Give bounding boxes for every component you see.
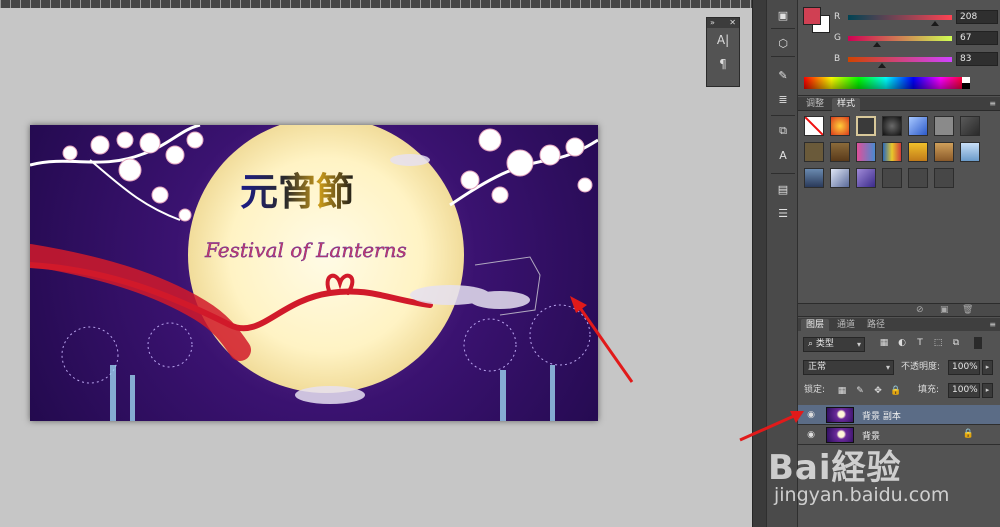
style-swatch-none[interactable] <box>804 116 824 136</box>
blue-slider-thumb[interactable] <box>878 63 886 68</box>
style-swatch[interactable] <box>960 142 980 162</box>
opacity-label: 不透明度: <box>901 362 941 372</box>
green-slider-thumb[interactable] <box>873 42 881 47</box>
tab-styles[interactable]: 样式 <box>832 98 861 111</box>
history-icon[interactable]: ▣ <box>774 6 792 24</box>
style-swatch[interactable] <box>856 168 876 188</box>
style-swatch[interactable] <box>882 142 902 162</box>
lock-position-icon[interactable]: ✥ <box>872 385 884 397</box>
layer-name: 背景 <box>862 432 881 442</box>
layer-thumbnail <box>826 427 854 443</box>
chevron-down-icon: ▾ <box>885 363 890 372</box>
style-swatch[interactable] <box>804 142 824 162</box>
color-spectrum-bar[interactable] <box>804 77 968 89</box>
style-swatch[interactable] <box>804 168 824 188</box>
floating-mini-panel[interactable]: » ✕ A| ¶ <box>706 17 740 87</box>
lock-all-icon[interactable]: 🔒 <box>890 385 902 397</box>
pixel-filter-icon[interactable]: ▦ <box>878 337 890 349</box>
annotation-arrows <box>570 296 634 383</box>
style-swatch[interactable] <box>908 168 928 188</box>
lock-label: 锁定: <box>804 385 826 395</box>
color-panel[interactable]: R 208 G 67 B 83 <box>798 0 1000 96</box>
panel-menu-icon[interactable]: ≡ <box>989 99 996 108</box>
style-swatch[interactable] <box>830 168 850 188</box>
opacity-stepper[interactable]: ▸ <box>982 360 993 375</box>
green-value-input[interactable]: 67 <box>956 31 998 45</box>
character-styles-icon[interactable]: A <box>774 146 792 164</box>
layer-row-background-copy[interactable]: ◉ 背景 副本 <box>798 405 1000 425</box>
black-white-swatch[interactable] <box>962 77 970 89</box>
collapse-button[interactable]: » <box>710 18 715 28</box>
red-slider[interactable]: R 208 <box>834 10 1000 28</box>
right-panel-dock: R 208 G 67 B 83 调整 样式 ≡ ⊘ ▣ 🗑 图层 通道 路径 ≡… <box>798 0 1000 527</box>
foreground-color-swatch[interactable] <box>803 7 821 25</box>
style-swatch[interactable] <box>830 142 850 162</box>
opacity-input[interactable]: 100% <box>948 360 980 375</box>
blue-slider[interactable]: B 83 <box>834 52 1000 70</box>
chevron-down-icon: ▾ <box>856 340 861 349</box>
layer-filter-select[interactable]: ⌕ 类型 ▾ <box>803 337 865 352</box>
styles-tabbar: 调整 样式 ≡ <box>798 97 1000 111</box>
adjustment-filter-icon[interactable]: ◐ <box>896 337 908 349</box>
blend-mode-select[interactable]: 正常 ▾ <box>803 360 894 375</box>
styles-footer: ⊘ ▣ 🗑 <box>798 303 1000 317</box>
styles-grid <box>798 113 1000 303</box>
horizontal-ruler <box>0 0 752 8</box>
paragraph-panel-icon[interactable]: ¶ <box>707 52 739 76</box>
green-slider[interactable]: G 67 <box>834 31 1000 49</box>
style-swatch[interactable] <box>960 116 980 136</box>
layer-thumbnail <box>826 407 854 423</box>
filter-toggle[interactable] <box>974 337 982 349</box>
panel-menu-icon[interactable]: ≡ <box>989 320 996 329</box>
layer-comps-icon[interactable]: ▤ <box>774 180 792 198</box>
character-panel-icon[interactable]: A| <box>707 28 739 52</box>
red-value-input[interactable]: 208 <box>956 10 998 24</box>
red-slider-thumb[interactable] <box>931 21 939 26</box>
3d-panel-icon[interactable]: ⬡ <box>774 34 792 52</box>
fill-stepper[interactable]: ▸ <box>982 383 993 398</box>
fill-label: 填充: <box>918 385 940 395</box>
fill-input[interactable]: 100% <box>948 383 980 398</box>
clone-source-icon[interactable]: ⧉ <box>774 122 792 140</box>
style-swatch[interactable] <box>934 168 954 188</box>
style-swatch[interactable] <box>856 142 876 162</box>
lock-transparent-icon[interactable]: ▦ <box>836 385 848 397</box>
smart-object-filter-icon[interactable]: ⧉ <box>950 337 962 349</box>
style-swatch[interactable] <box>908 142 928 162</box>
lock-image-icon[interactable]: ✎ <box>854 385 866 397</box>
close-button[interactable]: ✕ <box>729 18 736 28</box>
delete-style-icon[interactable]: 🗑 <box>962 305 973 315</box>
layer-row-background[interactable]: ◉ 背景 🔒 <box>798 425 1000 445</box>
layer-name: 背景 副本 <box>862 412 901 422</box>
mini-panel-header: » ✕ <box>707 18 739 28</box>
clear-style-icon[interactable]: ⊘ <box>916 305 924 315</box>
brush-presets-icon[interactable]: ≣ <box>774 90 792 108</box>
brush-icon[interactable]: ✎ <box>774 66 792 84</box>
style-swatch[interactable] <box>934 116 954 136</box>
type-filter-icon[interactable]: T <box>914 337 926 349</box>
notes-icon[interactable]: ☰ <box>774 204 792 222</box>
lock-icon: 🔒 <box>962 429 974 439</box>
canvas-workspace[interactable]: 元宵節 Festival of Lanterns <box>0 8 752 527</box>
style-swatch[interactable] <box>830 116 850 136</box>
style-swatch[interactable] <box>934 142 954 162</box>
layers-tabbar: 图层 通道 路径 ≡ <box>798 318 1000 332</box>
blue-value-input[interactable]: 83 <box>956 52 998 66</box>
style-swatch[interactable] <box>882 168 902 188</box>
tab-adjustments[interactable]: 调整 <box>801 98 829 111</box>
layers-panel: ⌕ 类型 ▾ ▦ ◐ T ⬚ ⧉ 正常 ▾ 不透明度: 100% ▸ 锁定: ▦… <box>798 331 1000 527</box>
annotation-arrow-layer <box>739 411 804 442</box>
shape-filter-icon[interactable]: ⬚ <box>932 337 944 349</box>
new-style-icon[interactable]: ▣ <box>940 305 949 315</box>
style-swatch[interactable] <box>856 116 876 136</box>
style-swatch[interactable] <box>882 116 902 136</box>
style-swatch[interactable] <box>908 116 928 136</box>
search-icon: ⌕ <box>808 339 816 349</box>
